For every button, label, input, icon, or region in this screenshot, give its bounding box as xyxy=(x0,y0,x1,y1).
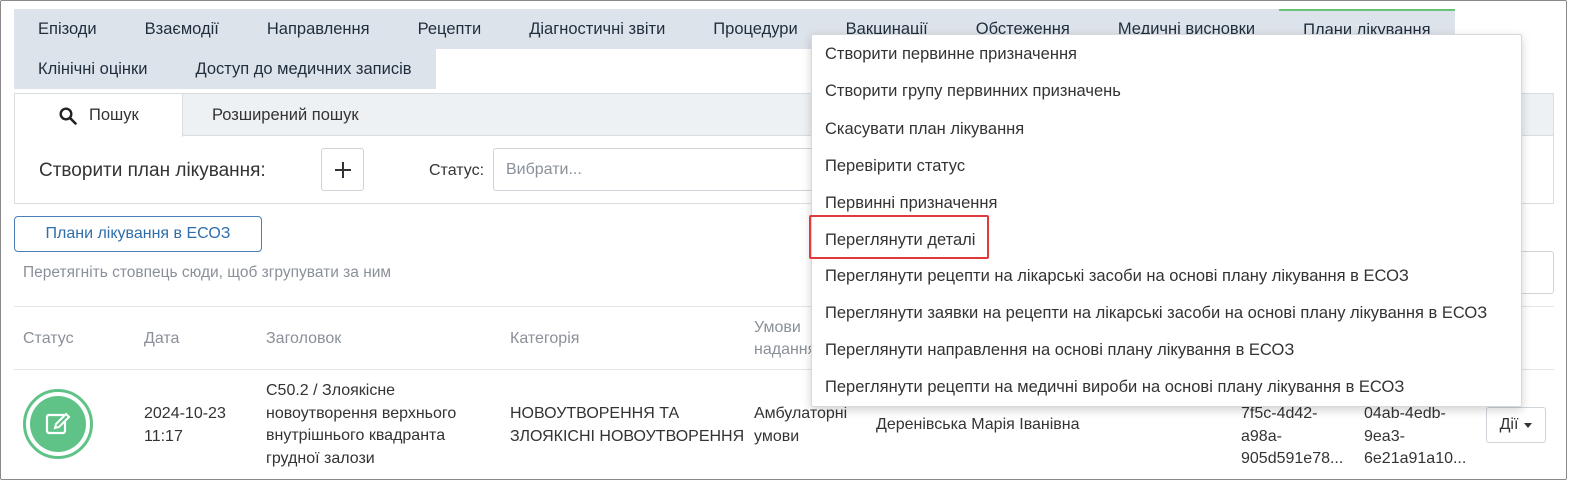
status-filter-label: Статус: xyxy=(429,162,485,179)
column-header-conditions-line1: Умови xyxy=(754,319,801,336)
row-title-line1: C50.2 / Злоякісне xyxy=(266,382,396,399)
row-date-time: 11:17 xyxy=(144,427,183,445)
column-header-title[interactable]: Заголовок xyxy=(266,328,341,350)
row-id-2-line2: 9ea3- xyxy=(1364,427,1405,445)
row-title-line2: новоутворення верхнього xyxy=(266,404,457,422)
row-id-1-line3: 905d591e78... xyxy=(1241,450,1344,467)
search-icon xyxy=(59,107,77,125)
row-category-line1: НОВОУТВОРЕННЯ ТА xyxy=(510,405,680,422)
row-date-day: 2024-10-23 xyxy=(144,405,226,422)
column-header-conditions-line2: надання xyxy=(754,341,817,358)
tab-episodes[interactable]: Епізоди xyxy=(14,9,121,49)
column-header-category[interactable]: Категорія xyxy=(510,328,579,350)
menu-item-check-status[interactable]: Перевірити статус xyxy=(825,157,965,176)
tab-diagnostic-reports[interactable]: Діагностичні звіти xyxy=(505,9,690,49)
row-actions-label: Дії xyxy=(1499,416,1519,433)
row-title: C50.2 / Злоякісне новоутворення верхньог… xyxy=(266,380,456,470)
subtab-search[interactable]: Пошук xyxy=(15,94,183,137)
row-date: 2024-10-23 11:17 xyxy=(144,403,226,448)
row-conditions-line2: умови xyxy=(754,427,800,445)
menu-item-primary-assignments[interactable]: Первинні призначення xyxy=(825,194,997,213)
menu-item-view-medication-requests[interactable]: Переглянути заявки на рецепти на лікарсь… xyxy=(825,304,1487,323)
tab-prescriptions[interactable]: Рецепти xyxy=(393,9,506,49)
tab-records-access[interactable]: Доступ до медичних записів xyxy=(171,49,436,89)
row-id-2: 04ab-4edb- 9ea3- 6e21a91a10... xyxy=(1364,403,1466,471)
create-care-plan-label: Створити план лікування: xyxy=(39,160,266,181)
create-care-plan-button[interactable] xyxy=(321,148,364,191)
caret-down-icon xyxy=(1524,422,1533,428)
row-id-2-line3: 6e21a91a10... xyxy=(1364,450,1467,467)
plus-icon xyxy=(334,161,351,178)
ehealth-care-plans-button[interactable]: Плани лікування в ЕСОЗ xyxy=(14,216,262,252)
menu-item-cancel-care-plan[interactable]: Скасувати план лікування xyxy=(825,120,1024,139)
row-doctor: Деренівська Марія Іванівна xyxy=(876,416,1080,433)
menu-item-create-primary-assignment-group[interactable]: Створити групу первинних призначень xyxy=(825,82,1121,101)
row-category: НОВОУТВОРЕННЯ ТА ЗЛОЯКІСНІ НОВОУТВОРЕННЯ xyxy=(510,403,744,448)
menu-item-create-primary-assignment[interactable]: Створити первинне призначення xyxy=(825,45,1077,64)
tab-procedures[interactable]: Процедури xyxy=(689,9,822,49)
tab-clinical-assessments[interactable]: Клінічні оцінки xyxy=(14,49,172,89)
tab-referrals[interactable]: Направлення xyxy=(242,9,394,49)
row-id-1: 7f5c-4d42- a98a- 905d591e78... xyxy=(1241,403,1343,471)
status-filter-select[interactable]: Вибрати... xyxy=(493,148,833,191)
row-title-line3: внутрішнього квадранта xyxy=(266,427,446,444)
row-conditions: Амбулаторні умови xyxy=(754,403,847,448)
row-actions-button[interactable]: Дії xyxy=(1486,407,1546,443)
subtab-search-label: Пошук xyxy=(89,106,139,124)
app-frame: Епізоди Взаємодії Направлення Рецепти Ді… xyxy=(0,0,1567,480)
column-header-conditions[interactable]: Умови надання xyxy=(754,317,816,361)
menu-item-view-medication-prescriptions[interactable]: Переглянути рецепти на лікарські засоби … xyxy=(825,267,1409,286)
status-icon xyxy=(23,389,93,459)
menu-item-view-device-prescriptions[interactable]: Переглянути рецепти на медичні вироби на… xyxy=(825,378,1404,397)
row-category-line2: ЗЛОЯКІСНІ НОВОУТВОРЕННЯ xyxy=(510,427,745,445)
record-tabs-row-2: Клінічні оцінки Доступ до медичних запис… xyxy=(14,49,436,89)
tab-encounters[interactable]: Взаємодії xyxy=(120,9,243,49)
highlight-box xyxy=(809,215,989,259)
row-id-1-line2: a98a- xyxy=(1241,427,1282,445)
column-header-date[interactable]: Дата xyxy=(144,328,179,350)
subtab-advanced-search[interactable]: Розширений пошук xyxy=(212,94,359,136)
group-by-hint: Перетягніть стовпець сюди, щоб згрупуват… xyxy=(23,264,392,281)
column-header-status[interactable]: Статус xyxy=(23,328,74,350)
menu-item-view-referrals[interactable]: Переглянути направлення на основі плану … xyxy=(825,341,1294,360)
edit-icon xyxy=(30,396,86,452)
row-title-line4: грудної залози xyxy=(266,449,375,467)
